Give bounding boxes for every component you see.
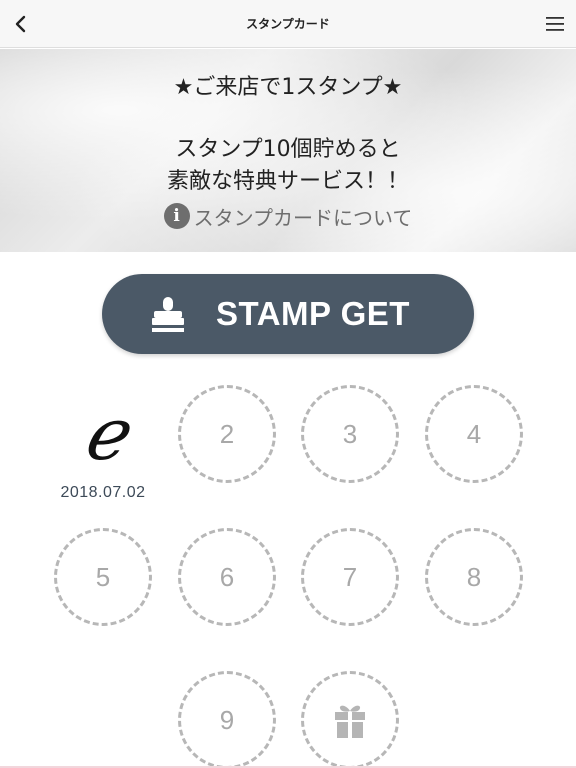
about-stamp-card-link[interactable]: i スタンプカードについて (0, 201, 576, 231)
stamp-slot-5: 5 (54, 528, 152, 626)
stamp-mark: ℯ (82, 392, 126, 476)
stamp-slot-9: 9 (178, 671, 276, 768)
hamburger-menu-icon (546, 17, 564, 31)
stamp-slot-7: 7 (301, 528, 399, 626)
stamp-get-button[interactable]: STAMP GET (102, 274, 474, 354)
stamp-slot-3: 3 (301, 385, 399, 483)
menu-button[interactable] (544, 14, 566, 34)
about-stamp-card-label: スタンプカードについて (193, 205, 413, 230)
banner-text-line-1: スタンプ10個貯めると (175, 137, 401, 162)
stamp-icon (152, 297, 184, 332)
banner-headline: ★ご来店で1スタンプ★ (173, 75, 403, 100)
stamped-slot-1: ℯ (55, 385, 153, 483)
stamp-slot-6: 6 (178, 528, 276, 626)
page-title: スタンプカード (246, 17, 330, 31)
stamp-slot-8: 8 (425, 528, 523, 626)
stamp-get-label: STAMP GET (216, 295, 410, 332)
stamp-date: 2018.07.02 (60, 484, 146, 501)
gift-icon (335, 705, 365, 738)
banner-text-line-2: 素敵な特典サービス！！ (166, 169, 409, 194)
info-icon: i (163, 203, 190, 229)
stamp-slot-reward (301, 671, 399, 768)
navigation-bar: スタンプカード (0, 0, 576, 48)
campaign-banner: ★ご来店で1スタンプ★ スタンプ10個貯めると 素敵な特典サービス！！ i スタ… (0, 49, 576, 252)
stamp-slot-4: 4 (425, 385, 523, 483)
stamp-slot-2: 2 (178, 385, 276, 483)
